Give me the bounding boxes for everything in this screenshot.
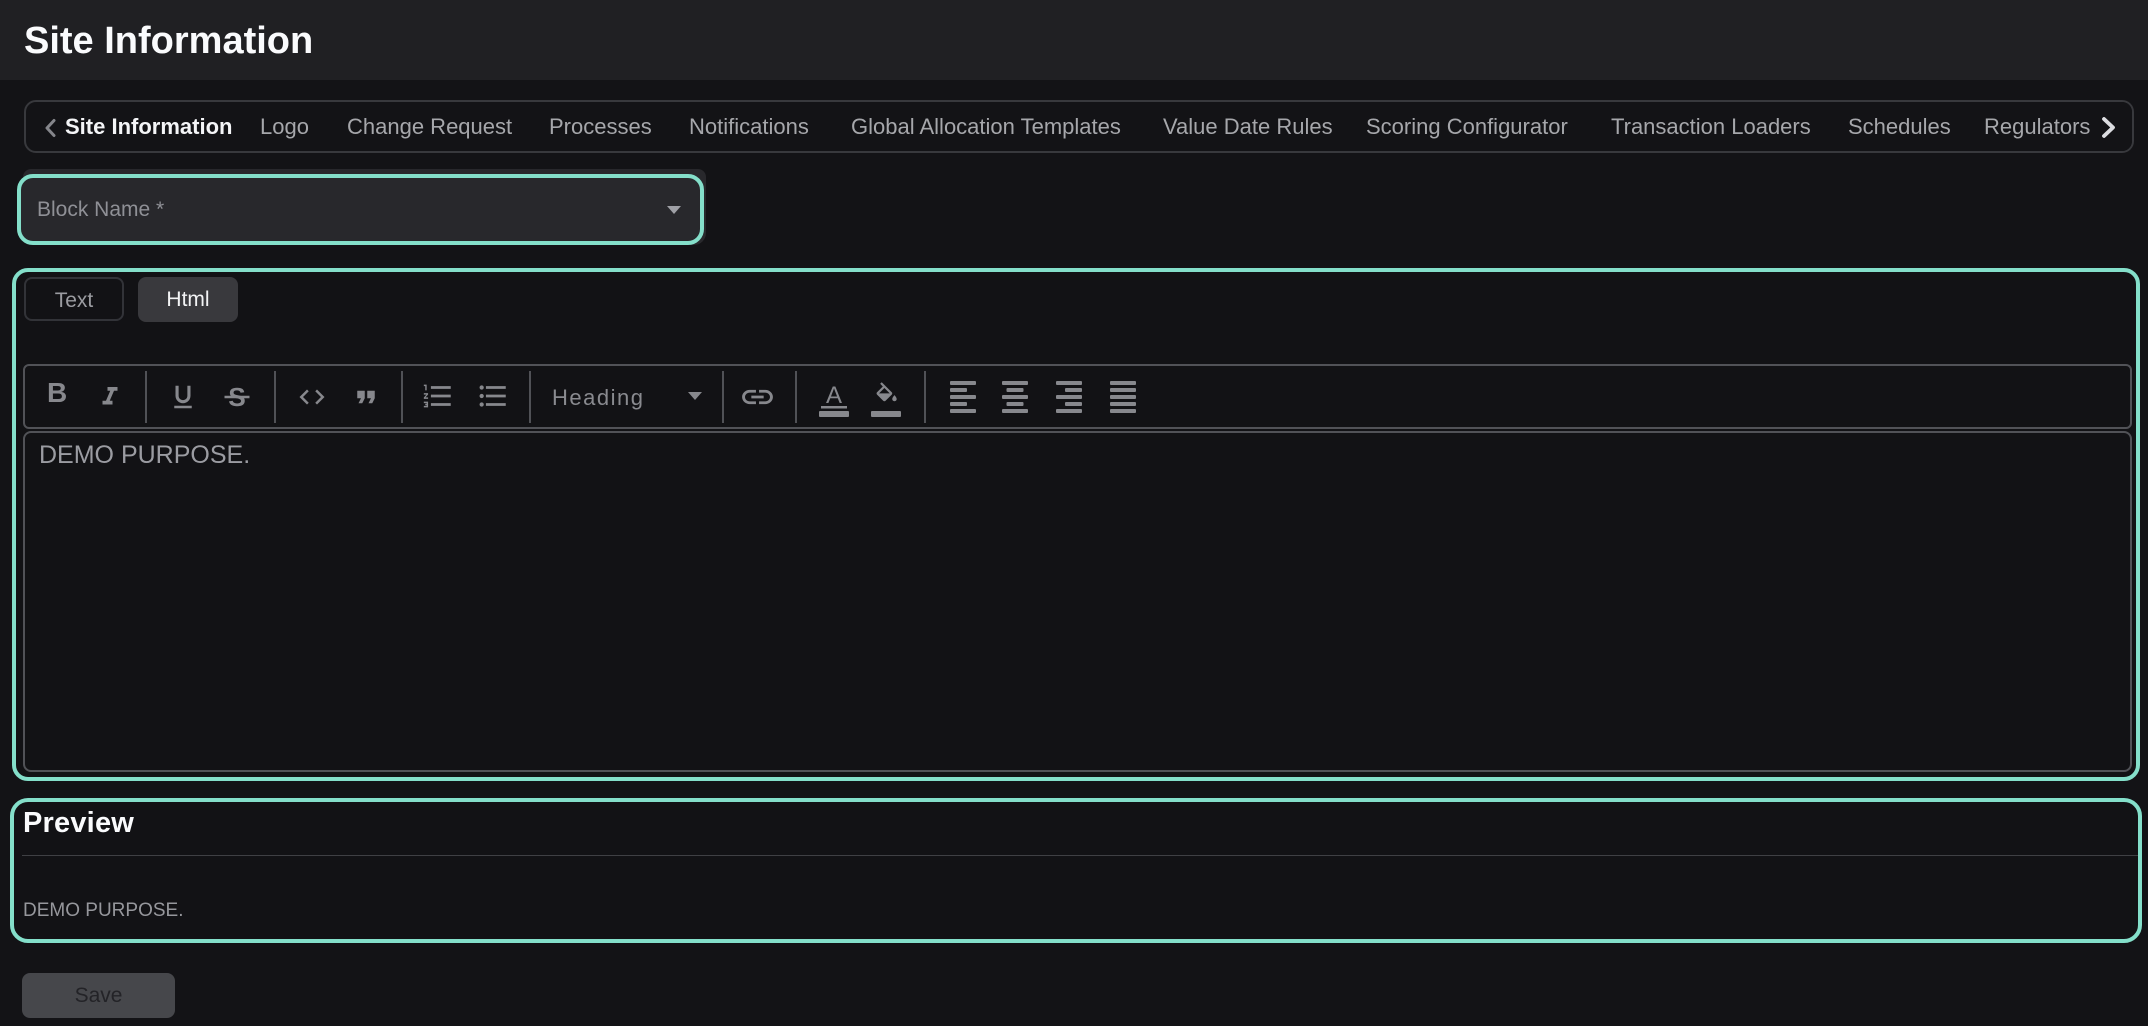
svg-text:A: A xyxy=(826,382,842,409)
